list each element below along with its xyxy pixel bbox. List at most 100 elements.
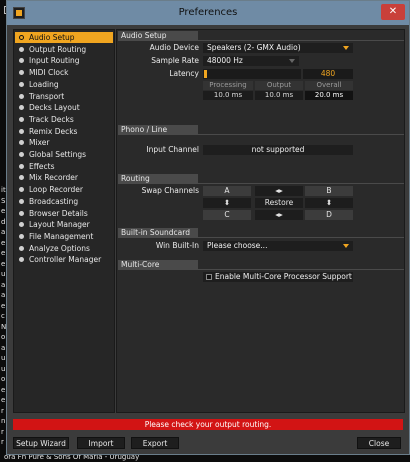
- bullet-icon: [19, 152, 24, 157]
- export-button[interactable]: Export: [131, 437, 179, 449]
- bullet-icon: [19, 93, 24, 99]
- nav-item-remix-decks[interactable]: Remix Decks: [15, 126, 113, 137]
- window-title: Preferences: [178, 7, 238, 18]
- output-header: Output: [255, 81, 303, 90]
- win-builtin-value: Please choose...: [207, 241, 268, 250]
- nav-item-label: Audio Setup: [29, 33, 75, 42]
- bullet-icon: [19, 58, 24, 64]
- restore-routing-button[interactable]: Restore: [255, 198, 303, 208]
- bullet-icon: [19, 46, 24, 52]
- nav-item-track-decks[interactable]: Track Decks: [15, 114, 113, 125]
- nav-item-broadcasting[interactable]: Broadcasting: [15, 196, 113, 207]
- nav-item-loading[interactable]: Loading: [15, 79, 113, 90]
- preferences-window: Preferences ✕ Audio Setup Output Routing I…: [6, 0, 410, 455]
- bullet-icon: [19, 210, 24, 216]
- nav-item-file-management[interactable]: File Management: [15, 231, 113, 242]
- close-button[interactable]: Close: [357, 437, 401, 449]
- output-value: 10.0 ms: [255, 91, 303, 100]
- nav-item-mixer[interactable]: Mixer: [15, 137, 113, 148]
- section-heading: Audio Setup: [118, 31, 198, 41]
- chevron-down-icon: [343, 46, 349, 50]
- nav-item-label: Transport: [29, 91, 65, 101]
- import-button[interactable]: Import: [77, 437, 125, 449]
- multicore-checkbox[interactable]: [206, 274, 212, 280]
- nav-item-output-routing[interactable]: Output Routing: [15, 44, 113, 55]
- chevron-down-icon: [343, 244, 349, 248]
- chevron-down-icon: [289, 59, 295, 63]
- nav-item-label: Controller Manager: [29, 255, 102, 265]
- latency-slider[interactable]: [203, 69, 301, 79]
- audio-device-dropdown[interactable]: Speakers (2- GMX Audio): [203, 43, 353, 53]
- section-phono-line: Phono / Line: [118, 125, 404, 135]
- section-divider: [198, 237, 404, 238]
- channel-c: C: [203, 210, 251, 220]
- swap-bd-button[interactable]: ⬍: [305, 198, 353, 208]
- nav-item-transport[interactable]: Transport: [15, 91, 113, 102]
- sample-rate-dropdown[interactable]: 48000 Hz: [203, 56, 299, 66]
- overall-header: Overall: [305, 81, 353, 90]
- nav-item-label: Analyze Options: [29, 243, 90, 253]
- swap-ab-button[interactable]: ◂▸: [255, 186, 303, 196]
- bullet-icon: [19, 35, 24, 40]
- nav-item-label: Track Decks: [29, 114, 74, 124]
- overall-value: 20.0 ms: [305, 91, 353, 100]
- bullet-icon: [19, 105, 24, 111]
- section-divider: [198, 40, 404, 41]
- audio-device-value: Speakers (2- GMX Audio): [207, 43, 301, 52]
- nav-item-label: Global Settings: [29, 150, 87, 159]
- nav-item-label: Remix Decks: [29, 126, 78, 136]
- bullet-icon: [19, 128, 24, 134]
- section-heading: Phono / Line: [118, 125, 198, 135]
- bullet-icon: [19, 222, 24, 228]
- nav-item-controller-manager[interactable]: Controller Manager: [15, 254, 113, 265]
- latency-samples-value: 480: [303, 69, 353, 79]
- bullet-icon: [19, 163, 24, 169]
- nav-item-midi-clock[interactable]: MIDI Clock: [15, 67, 113, 78]
- section-audio-setup: Audio Setup: [118, 31, 404, 41]
- section-builtin-soundcard: Built-in Soundcard: [118, 228, 404, 238]
- bullet-icon: [19, 245, 24, 251]
- preferences-nav: Audio Setup Output Routing Input Routing MI…: [13, 29, 115, 413]
- nav-item-input-routing[interactable]: Input Routing: [15, 55, 113, 66]
- bullet-icon: [19, 198, 24, 204]
- channel-b: B: [305, 186, 353, 196]
- nav-item-label: Broadcasting: [29, 196, 79, 206]
- nav-item-global-settings[interactable]: Global Settings: [15, 149, 113, 160]
- nav-item-label: MIDI Clock: [29, 68, 69, 78]
- channel-a: A: [203, 186, 251, 196]
- multicore-checkbox-row[interactable]: Enable Multi-Core Processor Support: [203, 272, 353, 282]
- processing-value: 10.0 ms: [203, 91, 253, 100]
- section-divider: [198, 269, 404, 270]
- nav-item-label: Browser Details: [29, 208, 88, 218]
- section-multicore: Multi-Core: [118, 260, 404, 270]
- nav-item-label: Mixer: [29, 138, 50, 148]
- nav-item-label: Input Routing: [29, 56, 80, 66]
- swap-ac-button[interactable]: ⬍: [203, 198, 251, 208]
- latency-label: Latency: [169, 69, 199, 78]
- preferences-content: Audio Setup Audio Device Speakers (2- GM…: [116, 29, 405, 413]
- section-divider: [198, 134, 404, 135]
- nav-item-mix-recorder[interactable]: Mix Recorder: [15, 172, 113, 183]
- nav-item-effects[interactable]: Effects: [15, 161, 113, 172]
- nav-item-label: Effects: [29, 161, 55, 171]
- title-bar[interactable]: Preferences ✕: [7, 1, 409, 25]
- nav-item-browser-details[interactable]: Browser Details: [15, 208, 113, 219]
- input-channel-field: not supported: [203, 145, 353, 155]
- nav-item-label: Loading: [29, 79, 59, 89]
- nav-item-analyze-options[interactable]: Analyze Options: [15, 243, 113, 254]
- latency-slider-fill: [204, 70, 207, 78]
- nav-item-decks-layout[interactable]: Decks Layout: [15, 102, 113, 113]
- multicore-checkbox-label: Enable Multi-Core Processor Support: [215, 272, 352, 281]
- section-heading: Routing: [118, 174, 198, 184]
- close-window-button[interactable]: ✕: [381, 4, 405, 20]
- win-builtin-dropdown[interactable]: Please choose...: [203, 241, 353, 251]
- setup-wizard-button[interactable]: Setup Wizard: [13, 437, 69, 449]
- nav-item-loop-recorder[interactable]: Loop Recorder: [15, 184, 113, 195]
- win-builtin-label: Win Built-In: [155, 241, 199, 250]
- section-divider: [198, 183, 404, 184]
- swap-cd-button[interactable]: ◂▸: [255, 210, 303, 220]
- channel-d: D: [305, 210, 353, 220]
- nav-item-audio-setup[interactable]: Audio Setup: [15, 32, 113, 43]
- section-routing: Routing: [118, 174, 404, 184]
- nav-item-layout-manager[interactable]: Layout Manager: [15, 219, 113, 230]
